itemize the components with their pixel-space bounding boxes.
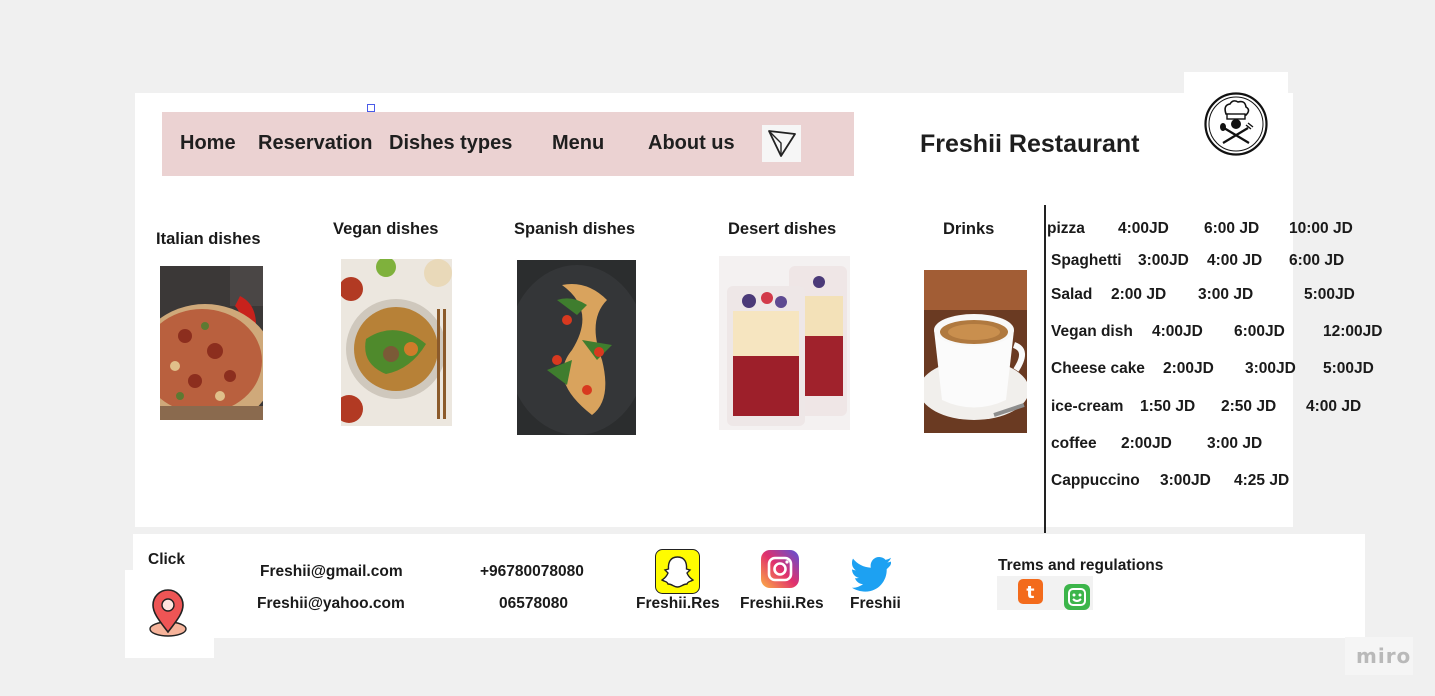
nav-about-us[interactable]: About us [648,132,735,155]
triangle-down-icon[interactable] [762,125,801,162]
restaurant-title: Freshii Restaurant [920,130,1140,158]
twitter-icon[interactable] [851,556,892,592]
snapchat-icon[interactable] [655,549,700,594]
category-desert[interactable]: Desert dishes [728,220,836,239]
menu-item-name: Cappuccino [1051,472,1140,489]
menu-item-name: Spaghetti [1051,252,1122,269]
chef-hat-logo-icon[interactable] [1204,92,1268,156]
selection-handle[interactable] [367,104,375,112]
menu-price: 4:00 JD [1306,398,1362,415]
menu-price: 4:00JD [1152,323,1203,340]
menu-price: 6:00JD [1234,323,1285,340]
twitter-handle[interactable]: Freshii [850,595,901,613]
menu-item-name: coffee [1051,435,1097,452]
menu-price: 10:00 JD [1289,220,1353,237]
menu-item-name: pizza [1047,220,1085,237]
desert-image[interactable] [719,256,850,430]
nav-menu[interactable]: Menu [552,132,604,155]
category-italian[interactable]: Italian dishes [156,230,261,249]
miro-watermark: miro [1356,644,1412,668]
click-label: Click [148,551,186,568]
pizza-image[interactable] [160,266,263,420]
category-drinks[interactable]: Drinks [943,220,994,239]
menu-price: 5:00JD [1304,286,1355,303]
menu-price: 5:00JD [1323,360,1374,377]
email-link[interactable]: Freshii@yahoo.com [257,595,405,613]
footer-panel [133,534,1365,638]
menu-item-name: Salad [1051,286,1093,303]
menu-item-name: ice-cream [1051,398,1124,415]
nav-dishes-types[interactable]: Dishes types [389,132,512,155]
phone-number[interactable]: +96780078080 [480,563,584,581]
menu-price: 1:50 JD [1140,398,1196,415]
phone-number[interactable]: 06578080 [499,595,568,613]
email-link[interactable]: Freshii@gmail.com [260,563,403,581]
menu-price: 3:00 JD [1198,286,1254,303]
menu-price: 4:00JD [1118,220,1169,237]
menu-item-name: Vegan dish [1051,323,1133,340]
menu-divider [1044,205,1046,533]
snapchat-handle[interactable]: Freshii.Res [636,595,720,613]
menu-price: 3:00JD [1245,360,1296,377]
instagram-icon[interactable] [761,550,799,588]
menu-price: 6:00 JD [1289,252,1345,269]
menu-item-name: Cheese cake [1051,360,1145,377]
menu-price: 2:00JD [1121,435,1172,452]
menu-price: 2:00 JD [1111,286,1167,303]
category-vegan[interactable]: Vegan dishes [333,220,438,239]
menu-price: 3:00 JD [1207,435,1263,452]
coffee-image[interactable] [924,270,1027,433]
svg-text:t: t [1026,583,1034,603]
menu-price: 3:00JD [1160,472,1211,489]
menu-price: 2:50 JD [1221,398,1277,415]
menu-price: 3:00JD [1138,252,1189,269]
menu-price: 6:00 JD [1204,220,1260,237]
menu-price: 2:00JD [1163,360,1214,377]
map-pin-icon[interactable] [147,588,189,638]
category-spanish[interactable]: Spanish dishes [514,220,635,239]
tumblr-icon[interactable]: t [1018,579,1043,604]
menu-price: 12:00JD [1323,323,1383,340]
smiley-icon[interactable] [1064,584,1090,610]
terms-link[interactable]: Trems and regulations [998,557,1163,575]
nav-reservation[interactable]: Reservation [258,132,373,155]
spanish-dish-image[interactable] [517,260,636,435]
nav-home[interactable]: Home [180,132,236,155]
menu-price: 4:25 JD [1234,472,1290,489]
menu-price: 4:00 JD [1207,252,1263,269]
instagram-handle[interactable]: Freshii.Res [740,595,824,613]
vegan-dish-image[interactable] [341,259,452,426]
